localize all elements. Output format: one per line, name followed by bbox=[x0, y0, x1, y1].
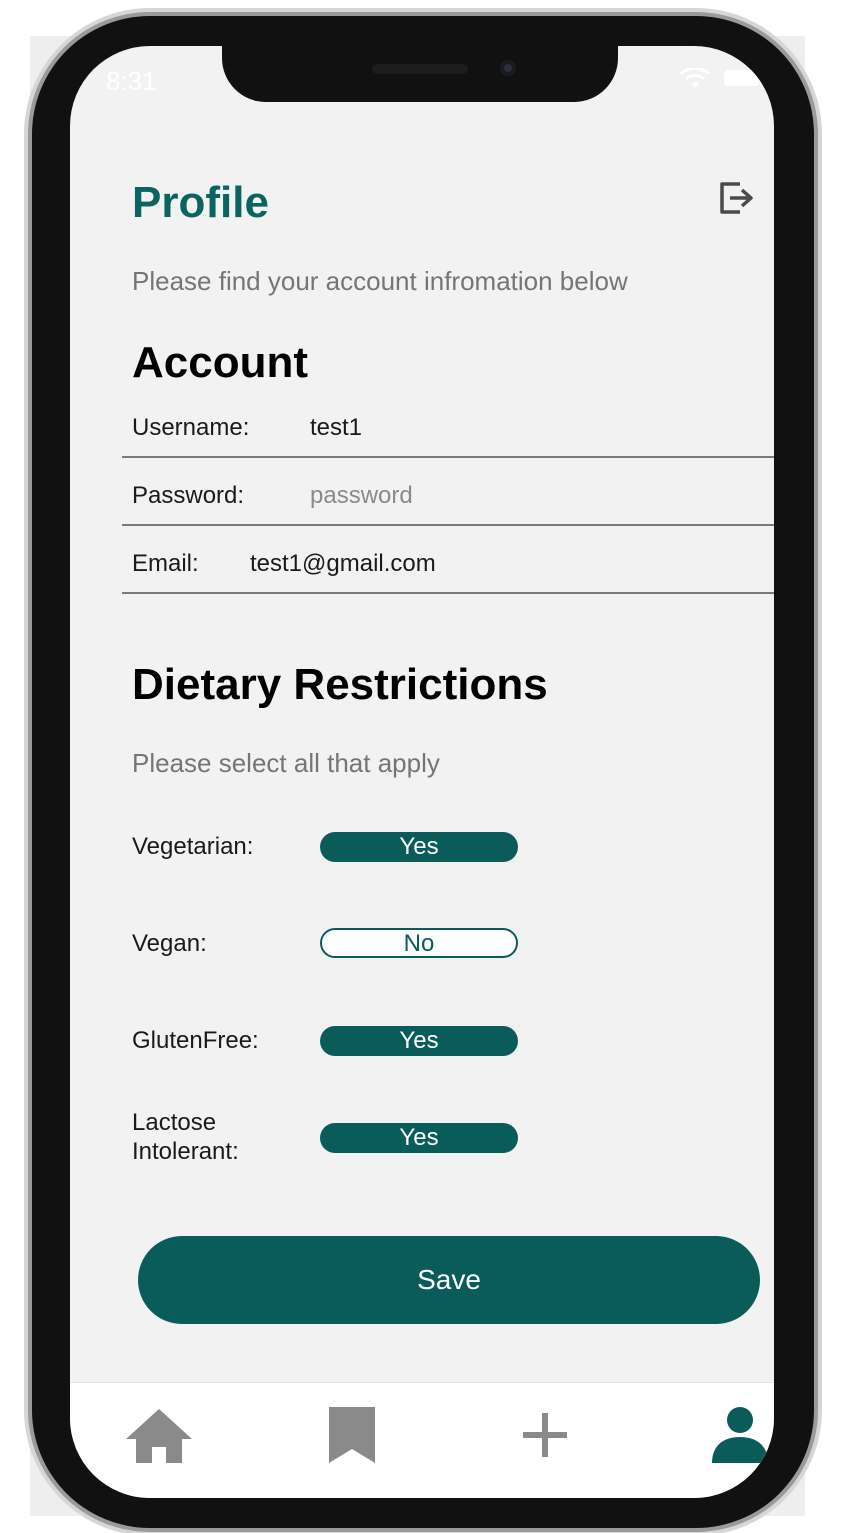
notch bbox=[222, 46, 618, 102]
account-heading: Account bbox=[132, 338, 308, 387]
camera-icon bbox=[500, 60, 516, 76]
vegan-toggle[interactable]: No bbox=[320, 928, 518, 958]
dietary-heading: Dietary Restrictions bbox=[132, 660, 548, 709]
app-screen: 8:31 Profile Please find your account in… bbox=[70, 46, 774, 1498]
username-label: Username: bbox=[132, 414, 250, 441]
save-button[interactable]: Save bbox=[138, 1236, 760, 1324]
page-title: Profile bbox=[132, 178, 269, 227]
lactose-intolerant-toggle[interactable]: Yes bbox=[320, 1123, 518, 1153]
email-field: Email: test1@gmail.com bbox=[122, 546, 774, 594]
email-value[interactable]: test1@gmail.com bbox=[250, 550, 570, 578]
bookmark-icon[interactable] bbox=[317, 1405, 387, 1465]
volume-up-button bbox=[24, 334, 32, 432]
password-label: Password: bbox=[132, 482, 245, 509]
username-field: Username: test1 bbox=[122, 410, 774, 458]
password-input[interactable] bbox=[310, 482, 630, 510]
plus-icon[interactable] bbox=[510, 1405, 580, 1465]
volume-down-button bbox=[24, 470, 32, 568]
lactose-intolerant-label: Lactose Intolerant: bbox=[132, 1109, 239, 1165]
logout-icon[interactable] bbox=[716, 176, 760, 220]
vegan-label: Vegan: bbox=[132, 930, 207, 957]
dietary-subtitle: Please select all that apply bbox=[132, 748, 440, 778]
profile-icon[interactable] bbox=[705, 1405, 774, 1465]
username-value[interactable]: test1 bbox=[310, 414, 630, 442]
status-time: 8:31 bbox=[106, 66, 157, 96]
page-subtitle: Please find your account infromation bel… bbox=[132, 266, 628, 296]
password-field: Password: bbox=[122, 478, 774, 526]
speaker-grille bbox=[372, 64, 468, 74]
vegetarian-label: Vegetarian: bbox=[132, 833, 254, 860]
gluten-free-label: GlutenFree: bbox=[132, 1027, 259, 1054]
email-label: Email: bbox=[132, 550, 199, 577]
vegetarian-toggle[interactable]: Yes bbox=[320, 832, 518, 862]
ring-switch bbox=[24, 222, 32, 274]
bottom-tab-bar bbox=[70, 1382, 774, 1498]
wifi-icon bbox=[680, 68, 710, 88]
phone-frame: 8:31 Profile Please find your account in… bbox=[32, 16, 814, 1528]
gluten-free-toggle[interactable]: Yes bbox=[320, 1026, 518, 1056]
battery-icon bbox=[724, 70, 760, 86]
home-icon[interactable] bbox=[124, 1405, 194, 1465]
